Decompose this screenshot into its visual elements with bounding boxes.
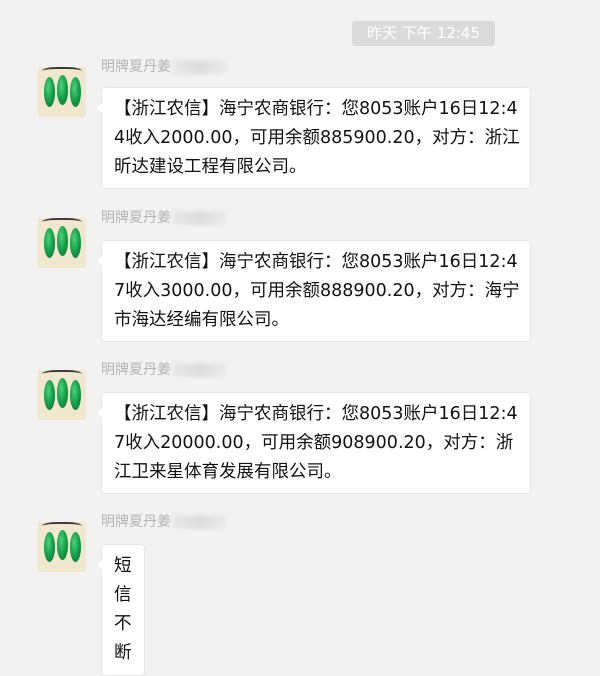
redacted-blur: [173, 515, 228, 529]
jade-pendant-icon: [70, 77, 81, 107]
sender-name: 明牌夏丹姜: [101, 207, 228, 227]
sender-name: 明牌夏丹姜: [101, 359, 228, 379]
jade-pendant-icon: [57, 226, 68, 256]
avatar[interactable]: [38, 67, 86, 117]
message-bubble[interactable]: 【浙江农信】海宁农商银行：您8053账户16日12:47收入20000.00，可…: [95, 392, 531, 494]
message-bubble[interactable]: 【浙江农信】海宁农商银行：您8053账户16日12:44收入2000.00，可用…: [95, 87, 531, 189]
avatar[interactable]: [38, 370, 86, 420]
timestamp-divider: 昨天 下午 12:45: [352, 21, 495, 46]
redacted-blur: [173, 211, 228, 225]
jade-pendant-icon: [44, 77, 55, 107]
redacted-blur: [173, 60, 228, 74]
jade-pendant-icon: [57, 530, 68, 560]
sender-name: 明牌夏丹姜: [101, 56, 228, 76]
jade-pendant-icon: [70, 228, 81, 258]
jade-pendant-icon: [44, 380, 55, 410]
jade-pendant-icon: [70, 380, 81, 410]
jade-pendant-icon: [44, 532, 55, 562]
message-bubble[interactable]: 短信不断: [95, 544, 145, 676]
jade-pendant-icon: [70, 532, 81, 562]
chat-window: 昨天 下午 12:45 明牌夏丹姜 【浙江农信】海宁农商银行：您8053账户16…: [0, 0, 600, 676]
jade-pendant-icon: [44, 228, 55, 258]
sender-name: 明牌夏丹姜: [101, 511, 228, 531]
redacted-blur: [173, 363, 228, 377]
jade-pendant-icon: [57, 75, 68, 105]
message-bubble[interactable]: 【浙江农信】海宁农商银行：您8053账户16日12:47收入3000.00，可用…: [95, 240, 531, 342]
avatar[interactable]: [38, 522, 86, 572]
jade-pendant-icon: [57, 378, 68, 408]
avatar[interactable]: [38, 218, 86, 268]
